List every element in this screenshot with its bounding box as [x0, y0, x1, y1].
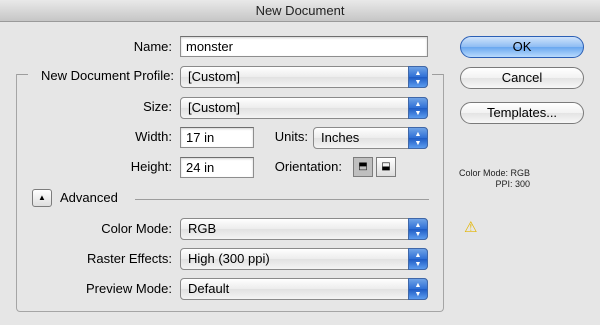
raster-effects-value: High (300 ppi) [188, 251, 270, 266]
profile-popup[interactable]: [Custom] ▲ ▼ [180, 66, 428, 88]
raster-effects-label: Raster Effects: [86, 251, 172, 266]
warning-icon: ⚠ [464, 219, 478, 236]
triangle-up-icon[interactable]: ▲ [32, 189, 52, 207]
name-field[interactable]: monster [180, 36, 428, 57]
name-label: Name: [133, 39, 172, 54]
up-down-arrows-icon: ▲ ▼ [408, 248, 428, 270]
preview-mode-value: Default [188, 281, 230, 296]
size-value: [Custom] [188, 100, 241, 115]
units-value: Inches [321, 130, 360, 145]
color-mode-popup[interactable]: RGB ▲ ▼ [180, 218, 428, 240]
size-label: Size: [143, 99, 172, 114]
raster-effects-popup[interactable]: High (300 ppi) ▲ ▼ [180, 248, 428, 270]
color-mode-info: Color Mode: RGB [458, 168, 530, 178]
profile-value: [Custom] [188, 69, 241, 84]
orientation-label: Orientation: [274, 159, 342, 174]
up-down-arrows-icon: ▲ ▼ [408, 278, 428, 300]
ok-button[interactable]: OK [460, 36, 584, 58]
profile-label: New Document Profile: [41, 68, 174, 83]
units-label: Units: [274, 129, 308, 144]
portrait-orientation-icon[interactable]: ⬒ [353, 157, 373, 177]
window-title: New Document [0, 0, 600, 22]
width-field[interactable]: 17 in [180, 127, 254, 148]
advanced-label: Advanced [60, 190, 118, 205]
up-down-arrows-icon: ▲ ▼ [408, 127, 428, 149]
height-field[interactable]: 24 in [180, 157, 254, 178]
color-mode-value: RGB [188, 221, 217, 236]
templates-button[interactable]: Templates... [460, 102, 584, 124]
preview-mode-popup[interactable]: Default ▲ ▼ [180, 278, 428, 300]
preview-mode-label: Preview Mode: [86, 281, 172, 296]
height-label: Height: [130, 159, 172, 174]
up-down-arrows-icon: ▲ ▼ [408, 66, 428, 88]
cancel-button[interactable]: Cancel [460, 67, 584, 89]
units-popup[interactable]: Inches ▲ ▼ [313, 127, 428, 149]
up-down-arrows-icon: ▲ ▼ [408, 218, 428, 240]
up-down-arrows-icon: ▲ ▼ [408, 97, 428, 119]
size-popup[interactable]: [Custom] ▲ ▼ [180, 97, 428, 119]
landscape-orientation-icon[interactable]: ⬓ [376, 157, 396, 177]
width-label: Width: [135, 129, 172, 144]
ppi-info: PPI: 300 [495, 179, 530, 189]
dialog-content: Name: monster New Document Profile: [Cus… [0, 22, 600, 325]
advanced-divider [135, 199, 429, 200]
color-mode-label: Color Mode: [101, 221, 172, 236]
